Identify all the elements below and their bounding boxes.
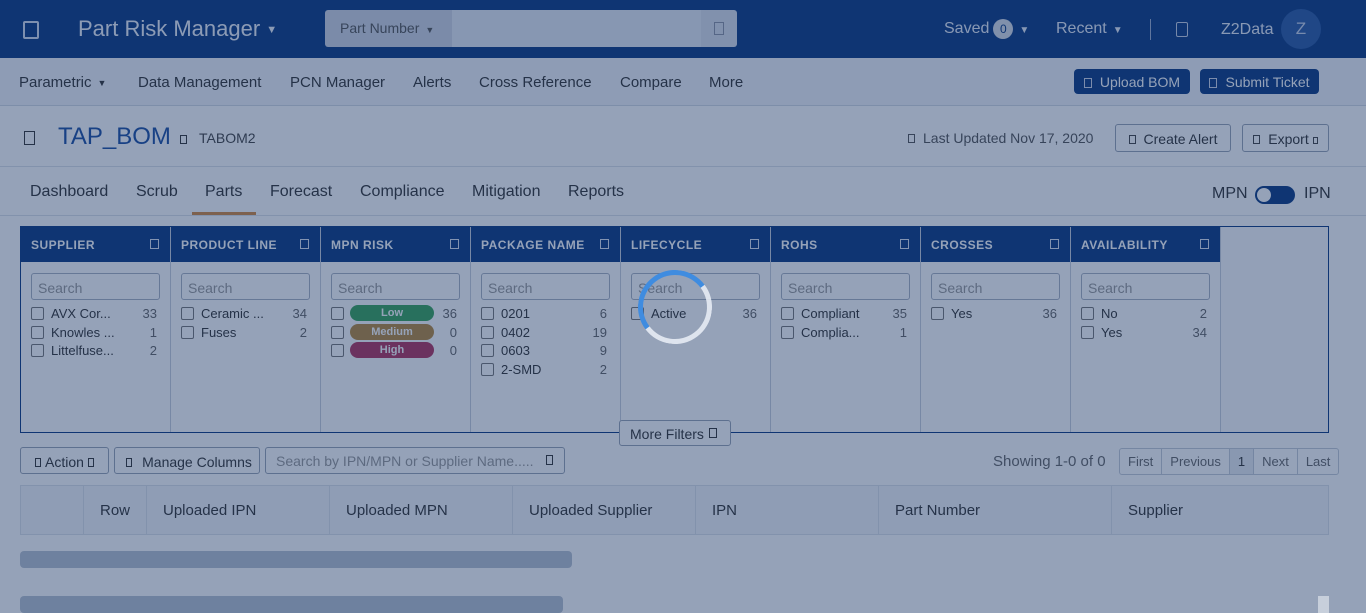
scrollbar-thumb[interactable]: [1318, 596, 1329, 613]
